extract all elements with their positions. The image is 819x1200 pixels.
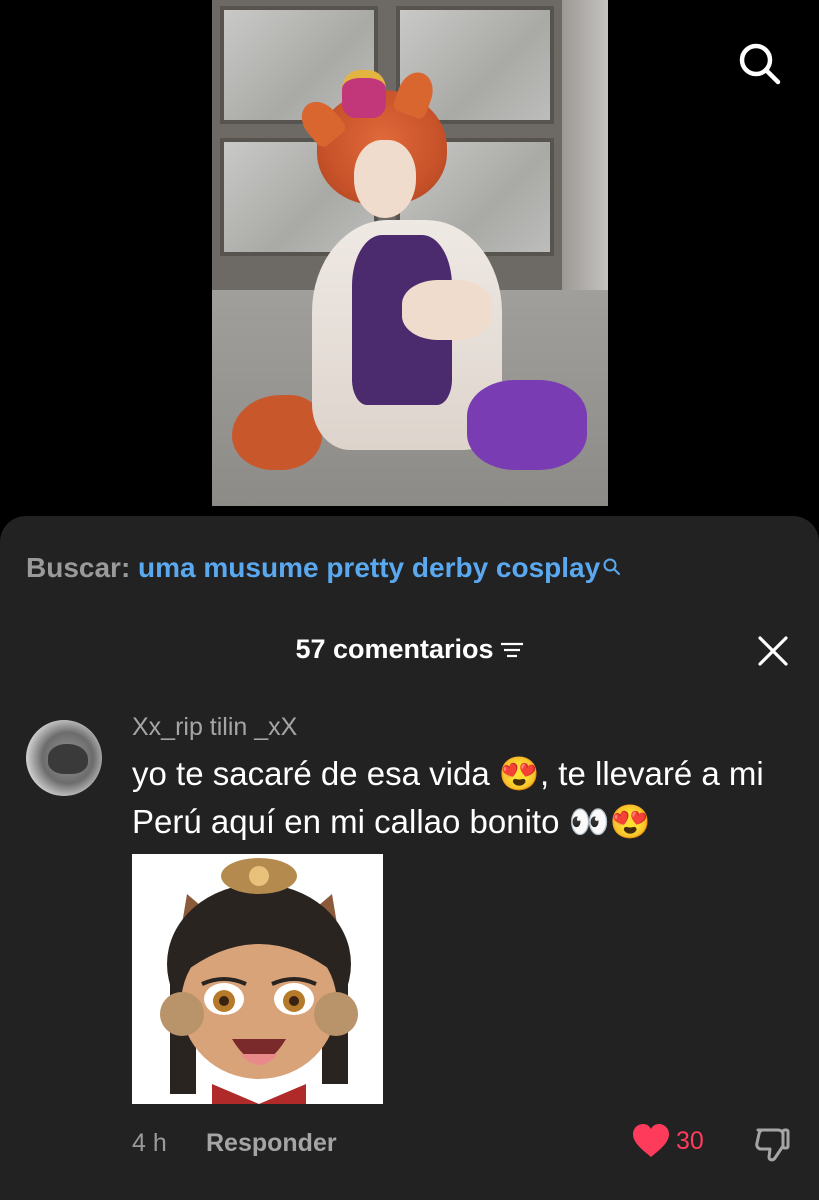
avatar-cat-picture — [48, 744, 88, 774]
avatar[interactable] — [26, 720, 102, 796]
video-frame-cosplay-photo — [212, 0, 608, 506]
tiktok-comments-screen: Buscar: uma musume pretty derby cosplay … — [0, 0, 819, 1200]
close-icon — [758, 636, 788, 666]
cosplayer-face — [354, 140, 416, 218]
comment-actions: 4 h Responder 30 — [132, 1124, 792, 1164]
dislike-button[interactable] — [752, 1124, 792, 1164]
comments-sheet: Buscar: uma musume pretty derby cosplay … — [0, 516, 819, 1200]
costume-crown — [342, 70, 386, 118]
related-search-prefix: Buscar: — [26, 552, 131, 583]
like-button[interactable]: 30 — [632, 1124, 704, 1164]
like-count: 30 — [676, 1126, 704, 1155]
comments-count: 57 comentarios — [295, 634, 494, 664]
video-player[interactable] — [0, 0, 819, 530]
cosplayer-hands — [402, 280, 492, 340]
comment-sticker-image[interactable] — [132, 854, 383, 1104]
reply-button[interactable]: Responder — [206, 1128, 337, 1158]
comment-text: yo te sacaré de esa vida 😍, te llevaré a… — [132, 755, 764, 840]
costume-leg — [467, 380, 587, 470]
costume-tail — [232, 395, 322, 470]
search-icon — [739, 43, 781, 85]
dislike-icon — [755, 1128, 790, 1162]
related-search-query[interactable]: uma musume pretty derby cosplay — [138, 552, 600, 583]
background-wall — [562, 0, 608, 290]
close-comments-button[interactable] — [756, 634, 790, 668]
comment-username[interactable]: Xx_rip tilin _xX — [132, 712, 297, 742]
related-search-link[interactable]: Buscar: uma musume pretty derby cosplay — [26, 550, 622, 586]
search-button[interactable] — [734, 38, 784, 88]
search-icon — [602, 550, 622, 586]
comments-count-header[interactable]: 57 comentarios — [0, 632, 819, 668]
comment-timestamp: 4 h — [132, 1129, 167, 1157]
sort-icon[interactable] — [500, 634, 524, 668]
chibi-character-sticker — [132, 854, 383, 1104]
heart-icon — [633, 1124, 669, 1157]
